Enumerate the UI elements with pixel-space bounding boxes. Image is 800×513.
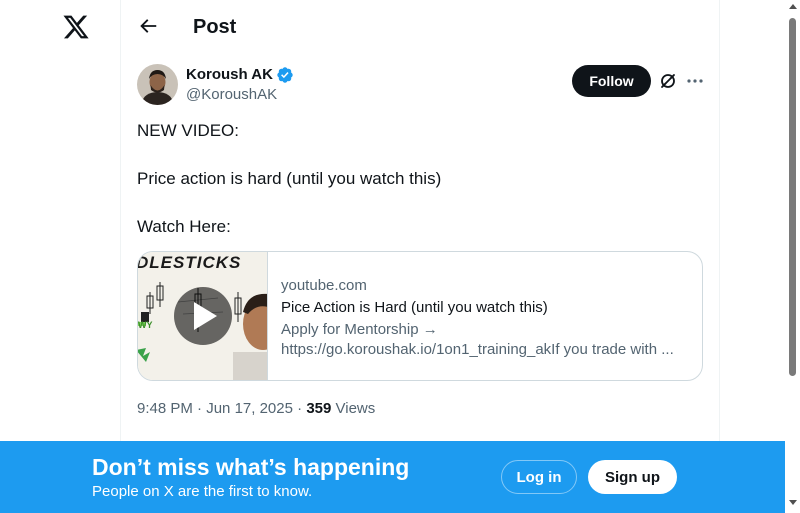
tweet-text-line: Price action is hard (until you watch th…: [137, 169, 442, 188]
author-name[interactable]: Koroush AK: [186, 66, 273, 84]
login-button[interactable]: Log in: [501, 460, 577, 494]
post-header: Post: [121, 0, 719, 53]
avatar[interactable]: [137, 64, 178, 105]
signup-button[interactable]: Sign up: [588, 460, 677, 494]
verified-badge-icon: [277, 67, 293, 83]
views-count: 359: [306, 400, 332, 417]
link-preview-card[interactable]: DLESTICKS WY youtube.com Pice Action is …: [137, 251, 703, 381]
post-column: Post Koroush AK @KoroushAK Follow NEW VI…: [120, 0, 720, 513]
post-time[interactable]: 9:48 PM: [137, 400, 193, 417]
follow-button[interactable]: Follow: [572, 65, 651, 97]
author-name-row[interactable]: Koroush AK: [186, 66, 294, 84]
card-domain: youtube.com: [281, 277, 367, 294]
grok-icon[interactable]: [658, 71, 678, 91]
more-dots-icon[interactable]: [685, 71, 705, 91]
card-title[interactable]: Pice Action is Hard (until you watch thi…: [281, 299, 548, 317]
signup-banner: Don’t miss what’s happening People on X …: [0, 441, 785, 513]
separator-dot: ·: [197, 400, 207, 417]
views-label: Views: [335, 400, 376, 417]
scroll-down-arrow-icon[interactable]: [789, 500, 797, 505]
thumbnail-text: DLESTICKS: [138, 253, 241, 272]
post-date[interactable]: Jun 17, 2025: [206, 400, 293, 417]
banner-title: Don’t miss what’s happening: [92, 454, 410, 480]
page-title: Post: [193, 16, 237, 38]
x-logo-icon[interactable]: [62, 13, 90, 41]
post-meta: 9:48 PM · Jun 17, 2025 · 359 Views: [137, 400, 375, 418]
scrollbar-thumb[interactable]: [789, 18, 796, 376]
video-thumbnail[interactable]: DLESTICKS WY: [138, 252, 268, 380]
scroll-up-arrow-icon[interactable]: [789, 4, 797, 9]
separator-dot: ·: [297, 400, 307, 417]
arrow-left-icon[interactable]: [137, 15, 159, 37]
scrollbar[interactable]: [785, 0, 800, 513]
svg-text:WY: WY: [138, 320, 153, 330]
card-description: https://go.koroushak.io/1on1_training_ak…: [281, 341, 674, 358]
author-handle[interactable]: @KoroushAK: [186, 86, 277, 104]
tweet-text-line: NEW VIDEO:: [137, 121, 240, 140]
tweet-text-line: Watch Here:: [137, 217, 231, 236]
card-description: Apply for Mentorship →: [281, 321, 438, 338]
banner-subtitle: People on X are the first to know.: [92, 483, 313, 500]
